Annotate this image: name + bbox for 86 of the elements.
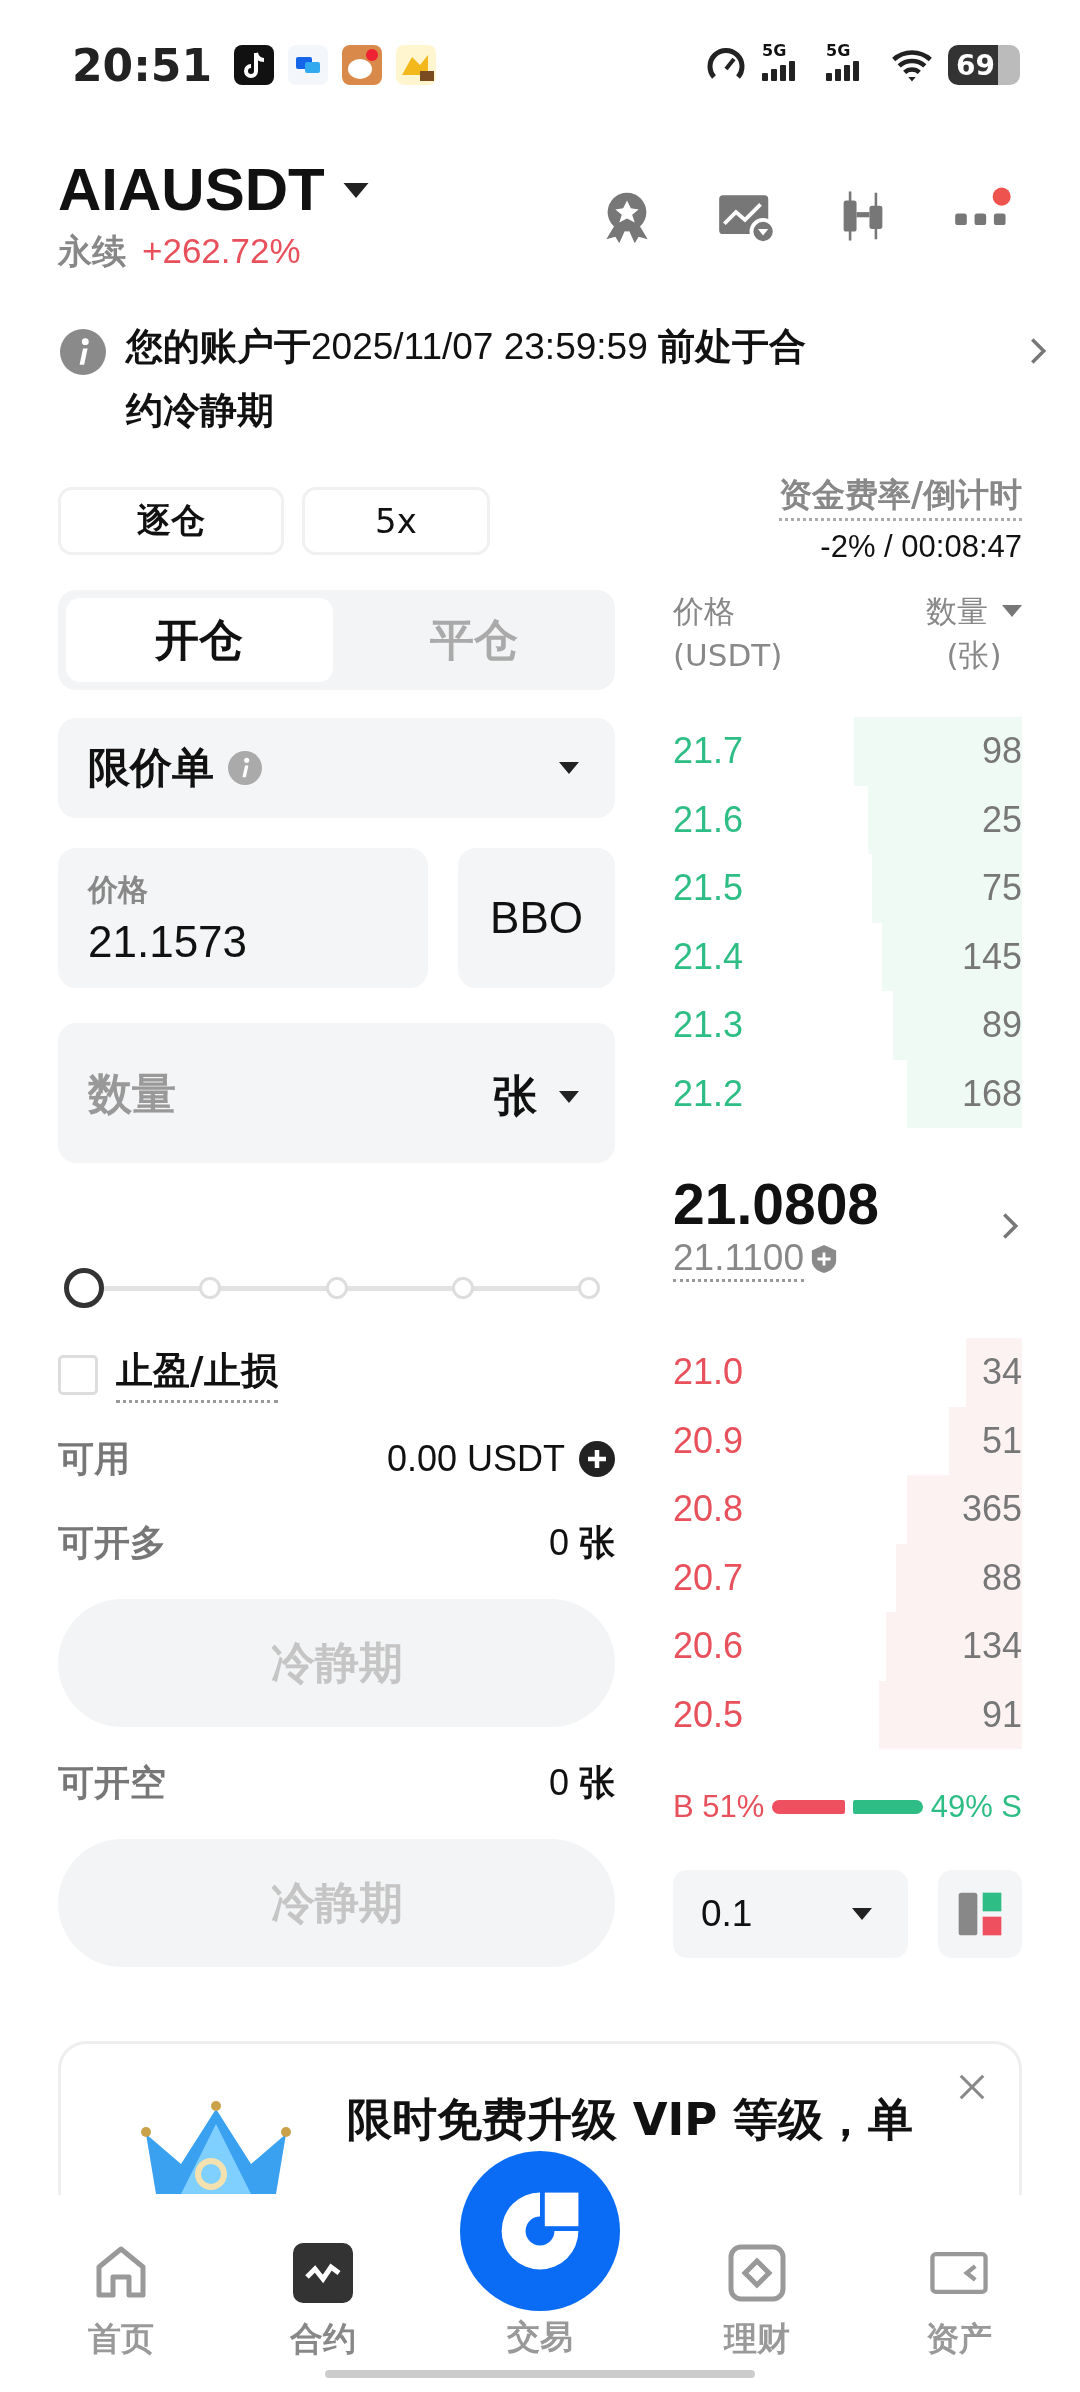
quantity-unit: (张)	[946, 636, 1002, 675]
caret-icon	[559, 1090, 579, 1103]
max-open-value: 0 张	[548, 1520, 615, 1565]
ask-price[interactable]: 21.7	[673, 730, 744, 773]
slider-step-dot[interactable]	[451, 1277, 474, 1299]
bid-quantity: 365	[961, 1488, 1022, 1531]
cooling-notice[interactable]: 您的账户于2025/11/07 23:59:59 前处于合约冷静期	[126, 315, 826, 443]
bid-quantity: 91	[981, 1693, 1022, 1736]
unit-dropdown[interactable]: 张	[493, 1067, 579, 1126]
ask-price[interactable]: 21.3	[673, 1004, 744, 1047]
ask-quantity: 168	[961, 1072, 1022, 1115]
ask-quantity: 89	[981, 1004, 1022, 1047]
close-icon[interactable]	[957, 2072, 987, 2102]
checkbox[interactable]	[58, 1354, 98, 1395]
contract-type: 永续	[58, 230, 126, 273]
order-type-dropdown[interactable]: 限价单	[58, 718, 615, 818]
app-icon	[288, 45, 329, 85]
margin-mode-button[interactable]: 逐仓	[58, 487, 284, 555]
max-open-label: 可开空	[58, 1760, 166, 1805]
available-value: 0.00 USDT	[386, 1438, 565, 1480]
app-icon	[396, 45, 437, 85]
bid-price[interactable]: 20.9	[673, 1419, 744, 1462]
nav-tab[interactable]: 合约	[253, 2243, 393, 2362]
info-icon	[228, 751, 262, 785]
price-column-header: 价格	[673, 592, 736, 631]
status-time: 20:51	[72, 39, 213, 91]
buy-ratio: B 51%	[673, 1789, 765, 1825]
available-label: 可用	[58, 1436, 130, 1481]
ask-price[interactable]: 21.2	[673, 1072, 744, 1115]
bid-price[interactable]: 21.0	[673, 1351, 744, 1394]
position-tab[interactable]: 平仓	[340, 598, 607, 682]
app-icon	[234, 45, 275, 85]
bbo-button[interactable]: BBO	[458, 848, 615, 988]
layout-button[interactable]	[938, 1870, 1022, 1958]
ask-price[interactable]: 21.4	[673, 935, 744, 978]
bid-quantity: 134	[961, 1625, 1022, 1668]
bid-price[interactable]: 20.7	[673, 1556, 744, 1599]
tp-sl-label[interactable]: 止盈/止损	[116, 1346, 278, 1403]
pulse-icon	[293, 2243, 353, 2303]
price-change: +262.72%	[142, 231, 301, 271]
caret-icon[interactable]	[342, 182, 369, 198]
add-icon[interactable]	[579, 1441, 615, 1477]
bid-quantity: 88	[981, 1556, 1022, 1599]
price-field[interactable]: 价格 21.1573	[58, 848, 428, 988]
position-tab[interactable]: 开仓	[66, 598, 333, 682]
slider-step-dot[interactable]	[325, 1277, 348, 1299]
bid-quantity: 34	[981, 1351, 1022, 1394]
ask-quantity: 25	[981, 798, 1022, 841]
precision-dropdown[interactable]: 0.1	[673, 1870, 908, 1958]
app-icon	[342, 45, 383, 85]
nav-tab[interactable]: 资产	[889, 2243, 1029, 2362]
sell-ratio-bar	[852, 1800, 923, 1814]
chevron-right-icon[interactable]	[1002, 1212, 1018, 1240]
nav-tab[interactable]: 首页	[51, 2243, 191, 2362]
bid-price[interactable]: 20.8	[673, 1488, 744, 1531]
price-unit: (USDT)	[673, 636, 783, 675]
funding-rate-value: -2% / 00:08:47	[820, 529, 1022, 565]
chevron-right-icon[interactable]	[1030, 337, 1046, 365]
ask-price[interactable]: 21.5	[673, 867, 744, 910]
ask-quantity: 75	[981, 867, 1022, 910]
symbol-title[interactable]: AIAUSDT	[58, 155, 325, 225]
bid-price[interactable]: 20.6	[673, 1625, 744, 1668]
last-price: 21.0808	[673, 1170, 881, 1237]
caret-icon	[852, 1908, 872, 1920]
nav-tab[interactable]: 理财	[687, 2243, 827, 2362]
mark-price[interactable]: 21.1100	[673, 1236, 804, 1282]
bid-price[interactable]: 20.5	[673, 1693, 744, 1736]
info-icon	[60, 329, 106, 375]
slider-thumb[interactable]	[64, 1268, 104, 1308]
slider-step-dot[interactable]	[578, 1277, 600, 1299]
max-open-value: 0 张	[548, 1760, 615, 1805]
leverage-button[interactable]: 5x	[302, 487, 490, 555]
shield-plus-icon	[810, 1244, 838, 1274]
battery-icon: 69	[948, 45, 1020, 85]
ask-price[interactable]: 21.6	[673, 798, 744, 841]
ask-quantity: 145	[961, 935, 1022, 978]
sell-ratio: 49% S	[930, 1789, 1022, 1825]
layout-icon	[956, 1890, 1004, 1938]
bid-quantity: 51	[981, 1419, 1022, 1462]
promo-text: 限时免费升级 VIP 等级，单	[347, 2092, 913, 2148]
slider-step-dot[interactable]	[199, 1277, 222, 1299]
quantity-column-header[interactable]: 数量	[926, 589, 988, 633]
max-open-label: 可开多	[58, 1520, 166, 1565]
funding-rate-label[interactable]: 资金费率/倒计时	[778, 473, 1022, 521]
caret-icon	[559, 762, 579, 774]
ask-quantity: 98	[981, 730, 1022, 773]
